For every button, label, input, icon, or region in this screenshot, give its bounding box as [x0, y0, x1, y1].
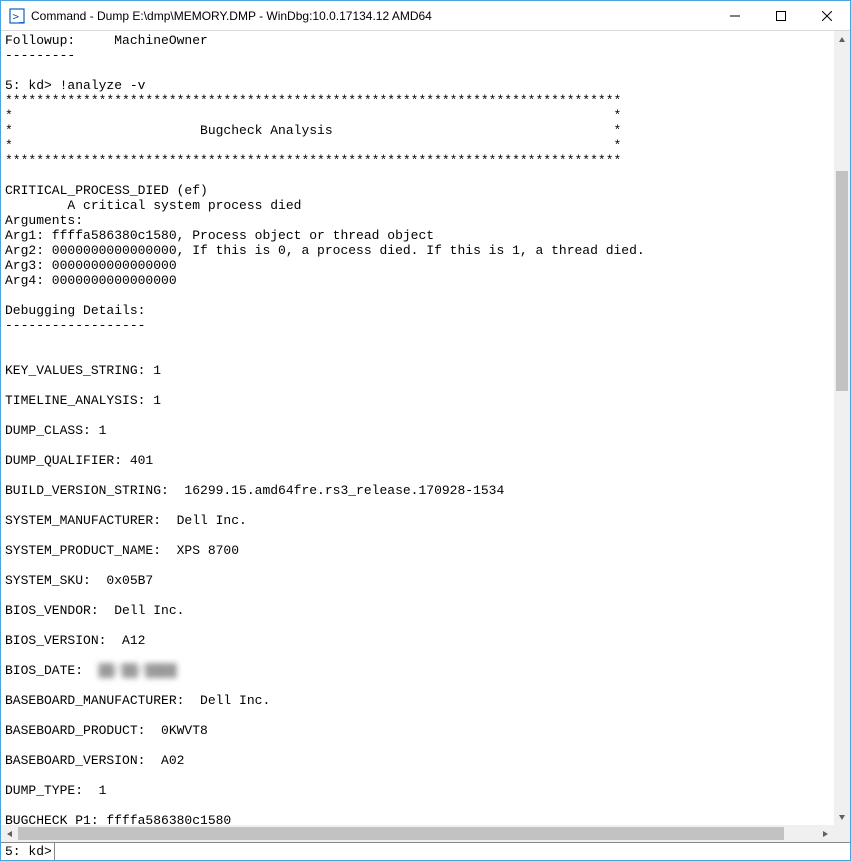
out-line: Arg3: 0000000000000000 [5, 258, 177, 273]
out-line: * * [5, 138, 621, 153]
horizontal-scroll-track[interactable] [18, 825, 816, 842]
out-line: SYSTEM_PRODUCT_NAME: XPS 8700 [5, 543, 239, 558]
horizontal-scroll-thumb[interactable] [18, 827, 784, 840]
output-pane[interactable]: Followup: MachineOwner --------- 5: kd> … [1, 31, 833, 825]
out-line: ****************************************… [5, 93, 621, 108]
scroll-right-arrow-icon[interactable] [816, 825, 833, 842]
out-line: BIOS_VERSION: A12 [5, 633, 145, 648]
out-line: BUGCHECK_P1: ffffa586380c1580 [5, 813, 231, 825]
out-line: * * [5, 108, 621, 123]
out-line: Arg4: 0000000000000000 [5, 273, 177, 288]
out-line: ------------------ [5, 318, 145, 333]
close-button[interactable] [804, 1, 850, 30]
out-line: BIOS_DATE: ██/██/████ [5, 663, 177, 678]
scroll-up-arrow-icon[interactable] [834, 31, 850, 48]
output-wrap: Followup: MachineOwner --------- 5: kd> … [1, 31, 850, 825]
out-line: * Bugcheck Analysis * [5, 123, 621, 138]
scroll-left-arrow-icon[interactable] [1, 825, 18, 842]
svg-text:>_: >_ [13, 10, 26, 23]
out-line: DUMP_QUALIFIER: 401 [5, 453, 153, 468]
content-area: Followup: MachineOwner --------- 5: kd> … [1, 31, 850, 860]
redacted-date: ██/██/████ [99, 663, 177, 678]
maximize-button[interactable] [758, 1, 804, 30]
out-line: A critical system process died [5, 198, 301, 213]
out-line: Arguments: [5, 213, 83, 228]
titlebar[interactable]: >_ Command - Dump E:\dmp\MEMORY.DMP - Wi… [1, 1, 850, 31]
minimize-button[interactable] [712, 1, 758, 30]
scrollbar-corner [833, 825, 850, 842]
scroll-down-arrow-icon[interactable] [834, 808, 850, 825]
out-line: 5: kd> !analyze -v [5, 78, 145, 93]
out-line: Arg2: 0000000000000000, If this is 0, a … [5, 243, 645, 258]
out-line: DUMP_CLASS: 1 [5, 423, 106, 438]
window-title: Command - Dump E:\dmp\MEMORY.DMP - WinDb… [31, 9, 712, 23]
out-line: BUILD_VERSION_STRING: 16299.15.amd64fre.… [5, 483, 504, 498]
command-prompt-label: 5: kd> [1, 843, 55, 860]
out-line: BASEBOARD_VERSION: A02 [5, 753, 184, 768]
out-line: CRITICAL_PROCESS_DIED (ef) [5, 183, 208, 198]
out-line: ****************************************… [5, 153, 621, 168]
out-line: BASEBOARD_PRODUCT: 0KWVT8 [5, 723, 208, 738]
out-line: DUMP_TYPE: 1 [5, 783, 106, 798]
window-frame: >_ Command - Dump E:\dmp\MEMORY.DMP - Wi… [0, 0, 851, 861]
app-icon: >_ [9, 8, 25, 24]
out-line: SYSTEM_SKU: 0x05B7 [5, 573, 153, 588]
command-input[interactable] [55, 843, 850, 860]
out-line: --------- [5, 48, 75, 63]
out-line: TIMELINE_ANALYSIS: 1 [5, 393, 161, 408]
vertical-scroll-thumb[interactable] [836, 171, 848, 391]
out-line: Arg1: ffffa586380c1580, Process object o… [5, 228, 434, 243]
out-line: SYSTEM_MANUFACTURER: Dell Inc. [5, 513, 247, 528]
out-line: Followup: MachineOwner [5, 33, 208, 48]
window-controls [712, 1, 850, 30]
vertical-scrollbar[interactable] [833, 31, 850, 825]
out-line: BIOS_VENDOR: Dell Inc. [5, 603, 184, 618]
out-line: Debugging Details: [5, 303, 145, 318]
out-line: BASEBOARD_MANUFACTURER: Dell Inc. [5, 693, 270, 708]
command-input-row: 5: kd> [1, 842, 850, 860]
horizontal-scrollbar[interactable] [1, 825, 850, 842]
out-line: KEY_VALUES_STRING: 1 [5, 363, 161, 378]
